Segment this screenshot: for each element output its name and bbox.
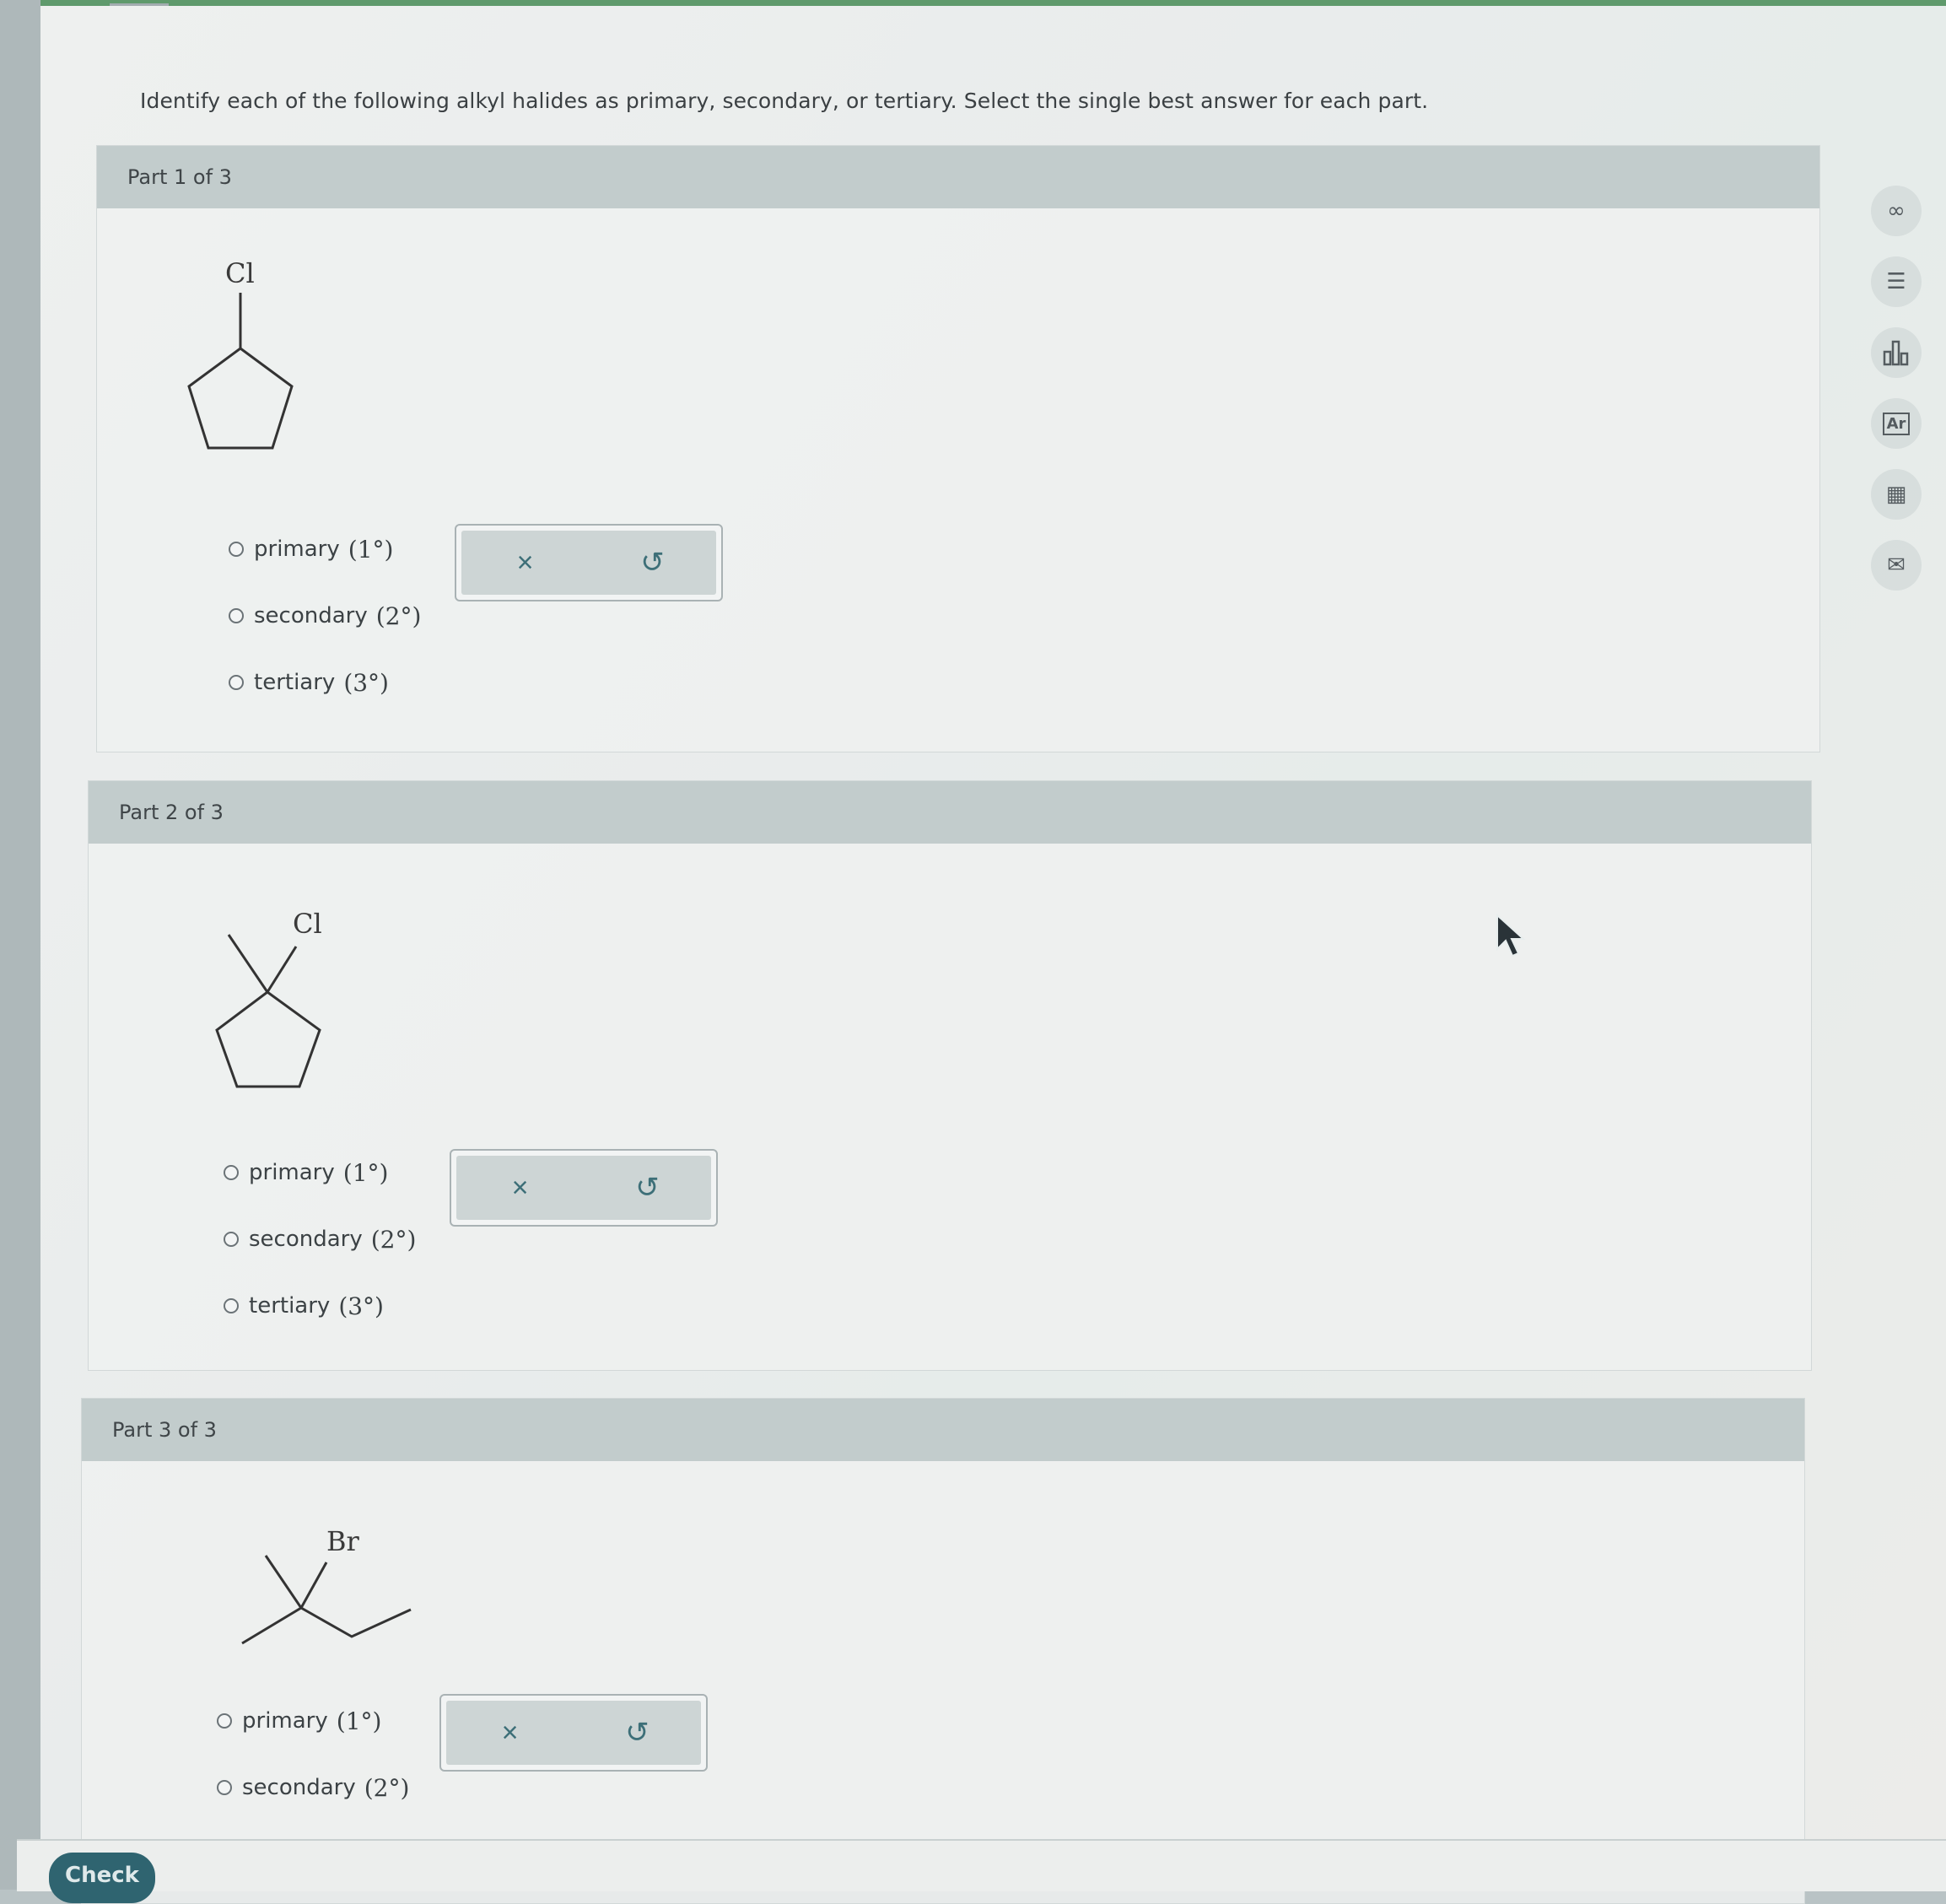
clear-button[interactable]: × [495, 1162, 546, 1213]
part-1-action-box: × ↺ [455, 524, 723, 601]
part-title: Part 1 of 3 [127, 165, 232, 189]
radio-button[interactable] [229, 542, 244, 557]
undo-button[interactable]: ↺ [623, 1162, 673, 1213]
atom-label-cl: Cl [293, 908, 322, 940]
bond-c-cl [266, 946, 298, 993]
option-secondary[interactable]: secondary (2°) [229, 599, 421, 633]
undo-button[interactable]: ↺ [628, 537, 678, 588]
notes-icon[interactable]: ☰ [1871, 256, 1922, 307]
check-button[interactable]: Check [49, 1853, 155, 1903]
radio-button[interactable] [217, 1780, 232, 1795]
option-degree: (2°) [364, 1773, 410, 1802]
radio-button[interactable] [224, 1298, 239, 1313]
part-3-header: Part 3 of 3 [82, 1399, 1804, 1461]
option-degree: (3°) [338, 1292, 384, 1320]
option-tertiary[interactable]: tertiary (3°) [229, 666, 421, 699]
radio-button[interactable] [229, 675, 244, 690]
part-1-header: Part 1 of 3 [97, 146, 1819, 208]
question-page: Identify each of the following alkyl hal… [40, 6, 1946, 1904]
part-2-action-box: × ↺ [450, 1149, 718, 1227]
radio-button[interactable] [224, 1232, 239, 1247]
part-title: Part 3 of 3 [112, 1418, 217, 1442]
part-3-action-box: × ↺ [439, 1694, 708, 1772]
bond-methyl [227, 934, 269, 993]
infinity-icon[interactable]: ∞ [1871, 186, 1922, 236]
part-title: Part 2 of 3 [119, 801, 224, 824]
option-tertiary[interactable]: tertiary (3°) [224, 1289, 416, 1323]
cyclopentane-ring [187, 347, 294, 450]
option-degree: (1°) [342, 1158, 389, 1187]
part-2-header: Part 2 of 3 [89, 781, 1811, 844]
bar-chart-icon[interactable] [1871, 327, 1922, 378]
option-label: secondary [254, 603, 368, 628]
clear-button[interactable]: × [500, 537, 551, 588]
periodic-table-icon[interactable]: Ar [1871, 398, 1922, 449]
option-degree: (2°) [370, 1225, 417, 1254]
bond-methyl-top [264, 1555, 303, 1609]
option-label: tertiary [254, 670, 336, 695]
part-1-options: primary (1°) secondary (2°) tertiary (3°… [229, 532, 421, 732]
bottom-bar [17, 1839, 1946, 1891]
tool-glyph: ✉ [1887, 553, 1906, 578]
part-1: Part 1 of 3 Cl primary (1°) secondary (2… [96, 145, 1820, 752]
option-degree: (3°) [343, 668, 389, 697]
option-primary[interactable]: primary (1°) [229, 532, 421, 566]
molecule-structure-1: Cl [187, 256, 342, 461]
top-bar [40, 0, 1946, 6]
part-2-options: primary (1°) secondary (2°) tertiary (3°… [224, 1156, 416, 1356]
chloromethylcyclopentane-drawing: Cl [215, 908, 322, 1088]
tool-sidebar: ∞ ☰ Ar ▦ ✉ [1871, 186, 1930, 611]
chlorocyclopentane-drawing: Cl [187, 257, 294, 450]
option-secondary[interactable]: secondary (2°) [217, 1771, 409, 1804]
left-gutter [0, 0, 40, 1890]
tool-glyph: ▦ [1885, 482, 1907, 507]
option-degree: (2°) [375, 601, 422, 630]
tool-glyph: Ar [1882, 412, 1911, 435]
atom-label-br: Br [326, 1525, 360, 1557]
part-3: Part 3 of 3 Br primary (1°) secondary (2… [81, 1398, 1805, 1904]
bond-methyl-left [241, 1606, 302, 1645]
option-primary[interactable]: primary (1°) [217, 1704, 409, 1738]
calculator-icon[interactable]: ▦ [1871, 469, 1922, 520]
option-label: secondary [242, 1775, 356, 1800]
clear-button[interactable]: × [485, 1707, 536, 1758]
molecule-structure-2: Cl [215, 908, 384, 1114]
tool-glyph: ☰ [1886, 269, 1906, 294]
undo-button[interactable]: ↺ [612, 1707, 663, 1758]
bond-ethyl [300, 1606, 412, 1638]
option-secondary[interactable]: secondary (2°) [224, 1222, 416, 1256]
instruction-text: Identify each of the following alkyl hal… [140, 89, 1429, 113]
bromomethylbutane-drawing: Br [241, 1525, 412, 1645]
mail-icon[interactable]: ✉ [1871, 540, 1922, 591]
part-3-options: primary (1°) secondary (2°) [217, 1704, 409, 1837]
molecule-structure-3: Br [241, 1525, 436, 1655]
option-degree: (1°) [348, 535, 394, 564]
option-label: primary [254, 537, 340, 562]
radio-button[interactable] [224, 1165, 239, 1180]
option-primary[interactable]: primary (1°) [224, 1156, 416, 1189]
bond-c-br [299, 1561, 328, 1609]
radio-button[interactable] [229, 608, 244, 623]
cyclopentane-ring [215, 990, 321, 1088]
part-2: Part 2 of 3 Cl primary (1°) secondary (2… [88, 780, 1812, 1371]
bar-chart-glyph [1883, 340, 1909, 366]
atom-label-cl: Cl [225, 257, 255, 289]
option-label: primary [249, 1160, 335, 1185]
option-degree: (1°) [336, 1707, 382, 1735]
tool-glyph: ∞ [1887, 198, 1906, 224]
option-label: secondary [249, 1227, 363, 1252]
mouse-cursor-icon [1496, 913, 1529, 964]
option-label: tertiary [249, 1293, 331, 1319]
option-label: primary [242, 1708, 328, 1734]
radio-button[interactable] [217, 1713, 232, 1729]
